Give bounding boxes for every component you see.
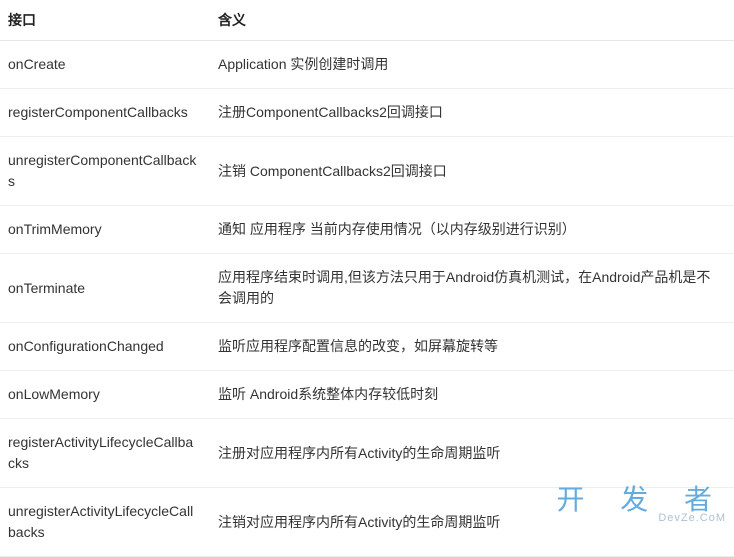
cell-meaning: 注销对应用程序内所有Activity的生命周期监听 [210, 488, 734, 557]
cell-meaning: 注册ComponentCallbacks2回调接口 [210, 89, 734, 137]
table-row: onCreate Application 实例创建时调用 [0, 41, 734, 89]
cell-meaning: 通知 应用程序 当前内存使用情况（以内存级别进行识别） [210, 206, 734, 254]
table-row: registerActivityLifecycleCallbacks 注册对应用… [0, 419, 734, 488]
table-header-row: 接口 含义 [0, 0, 734, 41]
cell-interface: onConfigurationChanged [0, 323, 210, 371]
cell-meaning: 应用程序结束时调用,但该方法只用于Android仿真机测试，在Android产品… [210, 254, 734, 323]
cell-interface: registerComponentCallbacks [0, 89, 210, 137]
cell-interface: onTerminate [0, 254, 210, 323]
cell-meaning: 注册对应用程序内所有Activity的生命周期监听 [210, 419, 734, 488]
cell-meaning: Application 实例创建时调用 [210, 41, 734, 89]
cell-interface: onTrimMemory [0, 206, 210, 254]
cell-interface: unregisterComponentCallbacks [0, 137, 210, 206]
table-row: unregisterActivityLifecycleCallbacks 注销对… [0, 488, 734, 557]
cell-meaning: 监听 Android系统整体内存较低时刻 [210, 371, 734, 419]
cell-meaning: 监听应用程序配置信息的改变，如屏幕旋转等 [210, 323, 734, 371]
cell-interface: onLowMemory [0, 371, 210, 419]
cell-interface: registerActivityLifecycleCallbacks [0, 419, 210, 488]
table-row: unregisterComponentCallbacks 注销 Componen… [0, 137, 734, 206]
cell-interface: unregisterActivityLifecycleCallbacks [0, 488, 210, 557]
cell-interface: onCreate [0, 41, 210, 89]
table-row: registerComponentCallbacks 注册ComponentCa… [0, 89, 734, 137]
table-row: onTerminate 应用程序结束时调用,但该方法只用于Android仿真机测… [0, 254, 734, 323]
table-row: onLowMemory 监听 Android系统整体内存较低时刻 [0, 371, 734, 419]
table-row: onConfigurationChanged 监听应用程序配置信息的改变，如屏幕… [0, 323, 734, 371]
cell-meaning: 注销 ComponentCallbacks2回调接口 [210, 137, 734, 206]
header-interface: 接口 [0, 0, 210, 41]
header-meaning: 含义 [210, 0, 734, 41]
api-table: 接口 含义 onCreate Application 实例创建时调用 regis… [0, 0, 734, 557]
table-row: onTrimMemory 通知 应用程序 当前内存使用情况（以内存级别进行识别） [0, 206, 734, 254]
